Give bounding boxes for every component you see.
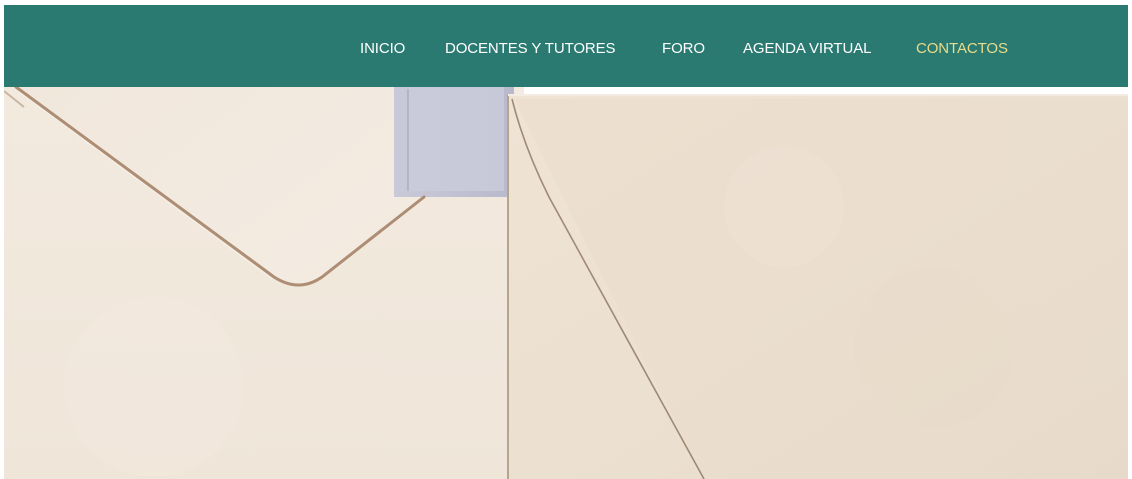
nav-link-contactos[interactable]: CONTACTOS [916, 5, 1008, 87]
nav-link-agenda-virtual[interactable]: AGENDA VIRTUAL [743, 5, 871, 87]
envelopes-illustration [4, 87, 1128, 479]
nav-link-inicio[interactable]: INICIO [360, 5, 405, 87]
hero-envelopes-image [4, 87, 1128, 479]
page: INICIO DOCENTES Y TUTORES FORO AGENDA VI… [0, 0, 1132, 479]
top-navigation-bar: INICIO DOCENTES Y TUTORES FORO AGENDA VI… [4, 5, 1128, 87]
nav-link-docentes-y-tutores[interactable]: DOCENTES Y TUTORES [445, 5, 616, 87]
nav-link-foro[interactable]: FORO [662, 5, 705, 87]
